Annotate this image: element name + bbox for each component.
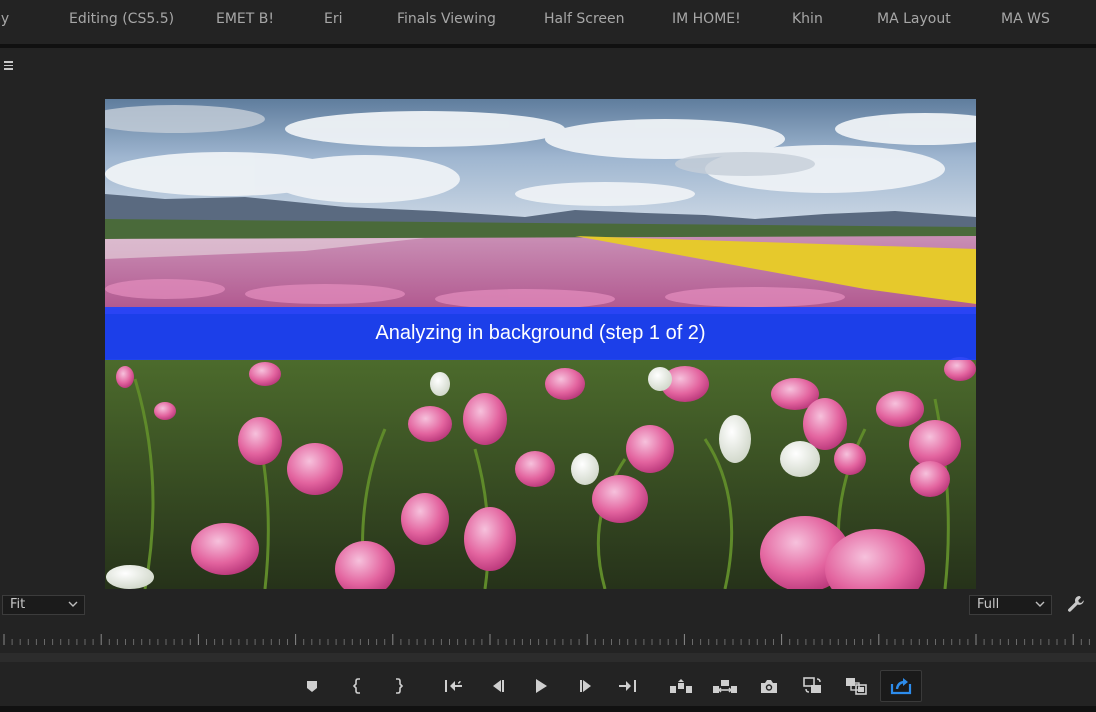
play-button[interactable] bbox=[525, 670, 557, 702]
panel-menu-icon[interactable] bbox=[2, 59, 14, 71]
playback-resolution-select[interactable]: Full bbox=[969, 595, 1052, 615]
mark-out-button[interactable] bbox=[382, 670, 414, 702]
workspace-tab-eri[interactable]: Eri bbox=[324, 11, 343, 27]
step-back-icon bbox=[493, 680, 504, 692]
wrench-icon[interactable] bbox=[1066, 594, 1086, 614]
comparison-view-icon bbox=[803, 677, 821, 693]
time-ruler-ticks bbox=[3, 634, 1090, 645]
zoom-level-select[interactable]: Fit bbox=[2, 595, 85, 615]
marker-icon bbox=[307, 681, 317, 692]
workspace-tab-emet[interactable]: EMET B! bbox=[216, 11, 274, 27]
step-back-button[interactable] bbox=[482, 670, 514, 702]
export-frame-button[interactable] bbox=[753, 670, 785, 702]
extract-button[interactable] bbox=[709, 670, 741, 702]
comparison-view-button[interactable] bbox=[797, 670, 829, 702]
panel-bottom-edge bbox=[0, 706, 1096, 712]
time-ruler[interactable] bbox=[0, 630, 1096, 662]
chevron-down-icon bbox=[68, 601, 78, 607]
workspace-bar: py Editing (CS5.5) EMET B! Eri Finals Vi… bbox=[0, 0, 1096, 48]
transport-controls bbox=[0, 670, 1096, 702]
mark-in-icon bbox=[352, 678, 360, 694]
export-icon bbox=[890, 678, 912, 695]
step-forward-icon bbox=[580, 680, 591, 692]
go-to-out-icon bbox=[619, 680, 636, 692]
play-icon bbox=[536, 679, 547, 693]
extract-icon bbox=[713, 680, 737, 693]
go-to-in-icon bbox=[445, 680, 462, 692]
workspace-tab-half-screen[interactable]: Half Screen bbox=[544, 11, 625, 27]
zoom-scroll-bar[interactable] bbox=[0, 653, 1096, 662]
lift-button[interactable] bbox=[665, 670, 697, 702]
workspace-tab-ma-ws[interactable]: MA WS bbox=[1001, 11, 1050, 27]
zoom-level-value: Fit bbox=[10, 597, 26, 612]
toggle-proxies-button[interactable] bbox=[840, 670, 872, 702]
workspace-tab-editing[interactable]: Editing (CS5.5) bbox=[69, 11, 174, 27]
workspace-tab[interactable]: py bbox=[0, 11, 9, 27]
analyzing-overlay: Analyzing in background (step 1 of 2) bbox=[105, 307, 976, 360]
mark-in-button[interactable] bbox=[342, 670, 374, 702]
workspace-tab-finals-viewing[interactable]: Finals Viewing bbox=[397, 11, 496, 27]
chevron-down-icon bbox=[1035, 601, 1045, 607]
workspace-tab-khin[interactable]: Khin bbox=[792, 11, 823, 27]
workspace-tab-ma-layout[interactable]: MA Layout bbox=[877, 11, 951, 27]
go-to-in-button[interactable] bbox=[438, 670, 470, 702]
add-marker-button[interactable] bbox=[296, 670, 328, 702]
analyzing-overlay-text: Analyzing in background (step 1 of 2) bbox=[375, 322, 706, 344]
export-button[interactable] bbox=[880, 670, 922, 702]
multi-camera-icon bbox=[846, 678, 867, 695]
camera-icon bbox=[761, 680, 777, 693]
workspace-tab-im-home[interactable]: IM HOME! bbox=[672, 11, 741, 27]
step-forward-button[interactable] bbox=[570, 670, 602, 702]
go-to-out-button[interactable] bbox=[611, 670, 643, 702]
playback-resolution-value: Full bbox=[977, 597, 1000, 612]
mark-out-icon bbox=[396, 678, 404, 694]
lift-icon bbox=[670, 679, 692, 693]
